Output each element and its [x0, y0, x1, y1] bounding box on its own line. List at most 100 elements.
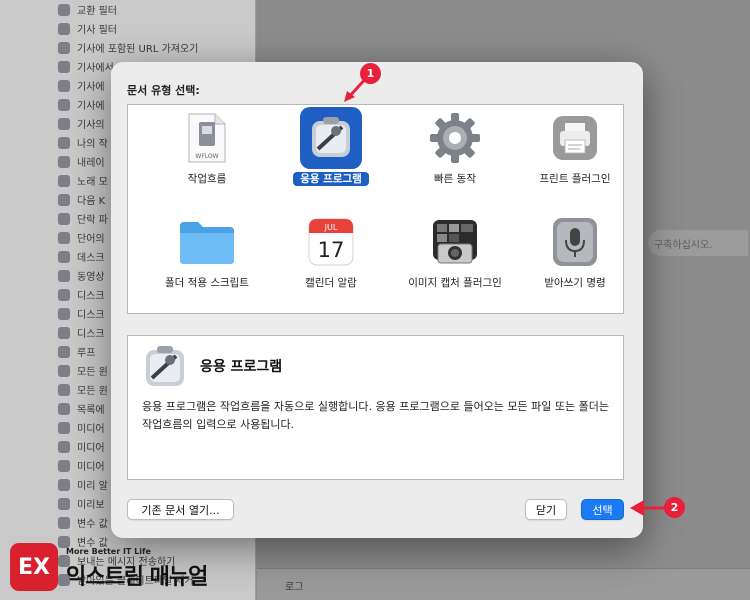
action-icon — [58, 231, 70, 244]
action-icon — [58, 478, 70, 491]
background-sidebar-item[interactable]: 기사 필터 — [0, 19, 255, 38]
background-sidebar-item-label: 교환 필터 — [77, 6, 117, 17]
action-icon — [58, 497, 70, 510]
background-sidebar-item[interactable]: 교환 필터 — [0, 0, 255, 19]
background-sidebar-item-label: 기사의 — [77, 120, 105, 131]
document-type-dialog: 문서 유형 선택: WFLOW 작업흐름 응용 프로그램 빠른 동작 프린트 플… — [111, 62, 643, 538]
action-icon — [58, 3, 70, 16]
type-label: 작업흐름 — [187, 173, 227, 185]
type-label: 이미지 캡처 플러그인 — [408, 277, 502, 289]
action-icon — [58, 364, 70, 377]
background-sidebar-item-label: 단어의 — [77, 234, 105, 245]
open-existing-document-button[interactable]: 기존 문서 열기... — [127, 499, 234, 520]
background-sidebar-item[interactable]: 기사에 포함된 URL 가져오기 — [0, 38, 255, 57]
action-icon — [58, 41, 70, 54]
callout-badge-2: 2 — [664, 497, 685, 518]
background-sidebar-item-label: 디스크 — [77, 310, 105, 321]
background-sidebar-item-label: 미리 알 — [77, 481, 108, 492]
action-icon — [58, 383, 70, 396]
action-icon — [58, 516, 70, 529]
type-folder-action[interactable]: 폴더 적용 스크립트 — [145, 211, 269, 311]
background-sidebar-item-label: 미디어 — [77, 462, 105, 473]
close-button[interactable]: 닫기 — [525, 499, 567, 520]
background-sidebar-item-label: 미디어 — [77, 424, 105, 435]
background-sidebar-item-label: 동영상 — [77, 272, 105, 283]
type-print-plugin[interactable]: 프린트 플러그인 — [513, 107, 637, 207]
action-icon — [58, 269, 70, 282]
select-button[interactable]: 선택 — [581, 499, 624, 520]
action-icon — [58, 79, 70, 92]
description-panel: 응용 프로그램 응용 프로그램은 작업흐름을 자동으로 실행합니다. 응용 프로… — [127, 335, 624, 480]
action-icon — [58, 193, 70, 206]
action-icon — [58, 117, 70, 130]
type-application[interactable]: 응용 프로그램 — [269, 107, 393, 207]
type-label: 응용 프로그램 — [293, 172, 369, 186]
description-text: 응용 프로그램은 작업흐름을 자동으로 실행합니다. 응용 프로그램으로 들어오… — [142, 400, 609, 431]
action-icon — [58, 136, 70, 149]
action-icon — [58, 402, 70, 415]
watermark-logo: EX — [10, 543, 58, 591]
background-sidebar-item-label: 기사에 — [77, 101, 105, 112]
background-sidebar-item-label: 목록에 — [77, 405, 105, 416]
background-sidebar-item-label: 미디어 — [77, 443, 105, 454]
background-sidebar-item-label: 루프 — [77, 348, 96, 359]
action-icon — [58, 22, 70, 35]
type-label: 빠른 동작 — [434, 173, 476, 185]
watermark-name: 익스트림 매뉴얼 — [66, 565, 208, 590]
background-sidebar-item-label: 다음 K — [77, 196, 106, 207]
type-calendar-alarm[interactable]: JUL 17 캘린더 알람 — [269, 211, 393, 311]
callout-badge-1: 1 — [360, 63, 381, 84]
background-sidebar-item-label: 내레이 — [77, 158, 105, 169]
document-type-grid: WFLOW 작업흐름 응용 프로그램 빠른 동작 프린트 플러그인 폴더 적용 … — [127, 104, 624, 314]
background-sidebar-item-label: 기사에 포함된 URL 가져오기 — [77, 44, 199, 55]
folder-icon — [176, 211, 238, 273]
background-sidebar-item-label: 기사에 — [77, 82, 105, 93]
type-label: 캘린더 알람 — [305, 277, 357, 289]
background-sidebar-item-label: 디스크 — [77, 329, 105, 340]
action-icon — [58, 307, 70, 320]
background-sidebar-item-label: 디스크 — [77, 291, 105, 302]
action-icon — [58, 250, 70, 263]
calendar-month: JUL — [324, 223, 338, 232]
microphone-icon — [544, 211, 606, 273]
watermark-tagline: More Better IT Life — [66, 547, 151, 556]
action-icon — [58, 60, 70, 73]
type-image-capture-plugin[interactable]: 이미지 캡처 플러그인 — [393, 211, 517, 311]
dialog-title: 문서 유형 선택: — [127, 84, 200, 97]
log-label[interactable]: 로그 — [285, 578, 303, 593]
action-icon — [58, 345, 70, 358]
gear-icon — [424, 107, 486, 169]
workflow-icon-text: WFLOW — [195, 153, 218, 160]
callout-arrow-2 — [630, 500, 668, 516]
watermark: EX More Better IT Life 익스트림 매뉴얼 — [10, 543, 250, 593]
action-icon — [58, 174, 70, 187]
action-icon — [58, 421, 70, 434]
action-icon — [58, 288, 70, 301]
automator-robot-icon — [300, 107, 362, 169]
background-sidebar-item-label: 변수 값 — [77, 519, 108, 530]
action-icon — [58, 440, 70, 453]
type-dictation-command[interactable]: 받아쓰기 명령 — [513, 211, 637, 311]
background-sidebar-item-label: 모든 윈 — [77, 367, 108, 378]
type-label: 받아쓰기 명령 — [544, 277, 606, 289]
background-sidebar-item-label: 기사 필터 — [77, 25, 117, 36]
printer-icon — [544, 107, 606, 169]
background-sidebar-item-label: 노래 모 — [77, 177, 108, 188]
calendar-icon: JUL 17 — [300, 211, 362, 273]
type-quick-action[interactable]: 빠른 동작 — [393, 107, 517, 207]
action-icon — [58, 326, 70, 339]
background-hint-text: 구축하십시오. — [648, 230, 748, 256]
action-icon — [58, 212, 70, 225]
description-title: 응용 프로그램 — [200, 359, 283, 375]
workflow-document-icon: WFLOW — [176, 107, 238, 169]
action-icon — [58, 155, 70, 168]
calendar-day: 17 — [318, 238, 345, 262]
type-workflow[interactable]: WFLOW 작업흐름 — [145, 107, 269, 207]
action-icon — [58, 98, 70, 111]
background-sidebar-item-label: 나의 작 — [77, 139, 108, 150]
background-sidebar-item-label: 모든 윈 — [77, 386, 108, 397]
background-sidebar-item-label: 단락 파 — [77, 215, 108, 226]
type-label: 프린트 플러그인 — [539, 173, 611, 185]
background-sidebar-item-label: 데스크 — [77, 253, 105, 264]
image-capture-icon — [424, 211, 486, 273]
